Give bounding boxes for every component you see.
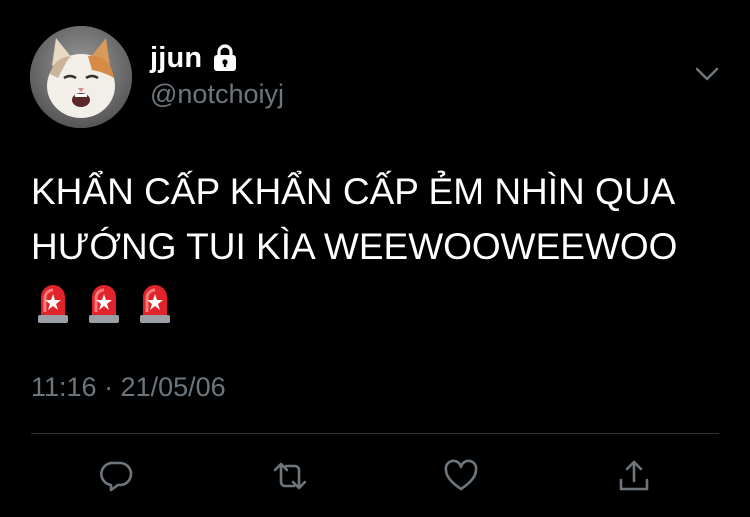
share-icon [619, 460, 649, 491]
tweet-text-line: HƯỚNG TUI KÌA WEEWOOWEEWOO [31, 226, 678, 267]
user-name-row: jjun [150, 38, 239, 78]
retweet-icon [273, 462, 307, 490]
lock-icon [211, 43, 239, 73]
reply-icon [100, 461, 133, 492]
divider [31, 433, 719, 434]
siren-emoji [140, 285, 170, 323]
emoji-row [36, 282, 172, 324]
retweet-button[interactable] [270, 456, 310, 496]
tweet-timestamp[interactable]: 11:16 · 21/05/06 [31, 372, 226, 403]
avatar[interactable] [30, 26, 132, 128]
chevron-down-icon[interactable] [692, 62, 722, 86]
tweet-text: KHẨN CẤP KHẨN CẤP ẺM NHÌN QUA HƯỚNG TUI … [31, 164, 731, 274]
share-button[interactable] [614, 456, 654, 496]
action-bar [0, 456, 750, 496]
reply-button[interactable] [97, 456, 137, 496]
like-button[interactable] [441, 456, 481, 496]
display-name[interactable]: jjun [150, 42, 202, 75]
tweet-text-line: KHẨN CẤP KHẨN CẤP ẺM NHÌN QUA [31, 171, 676, 212]
like-icon [444, 459, 478, 491]
siren-emoji [89, 285, 119, 323]
siren-emoji [38, 285, 68, 323]
cat-avatar-image [30, 26, 132, 128]
tweet-card: jjun @notchoiyj KHẨN CẤP KHẨN CẤP ẺM NHÌ… [0, 0, 750, 517]
user-handle[interactable]: @notchoiyj [150, 79, 284, 110]
